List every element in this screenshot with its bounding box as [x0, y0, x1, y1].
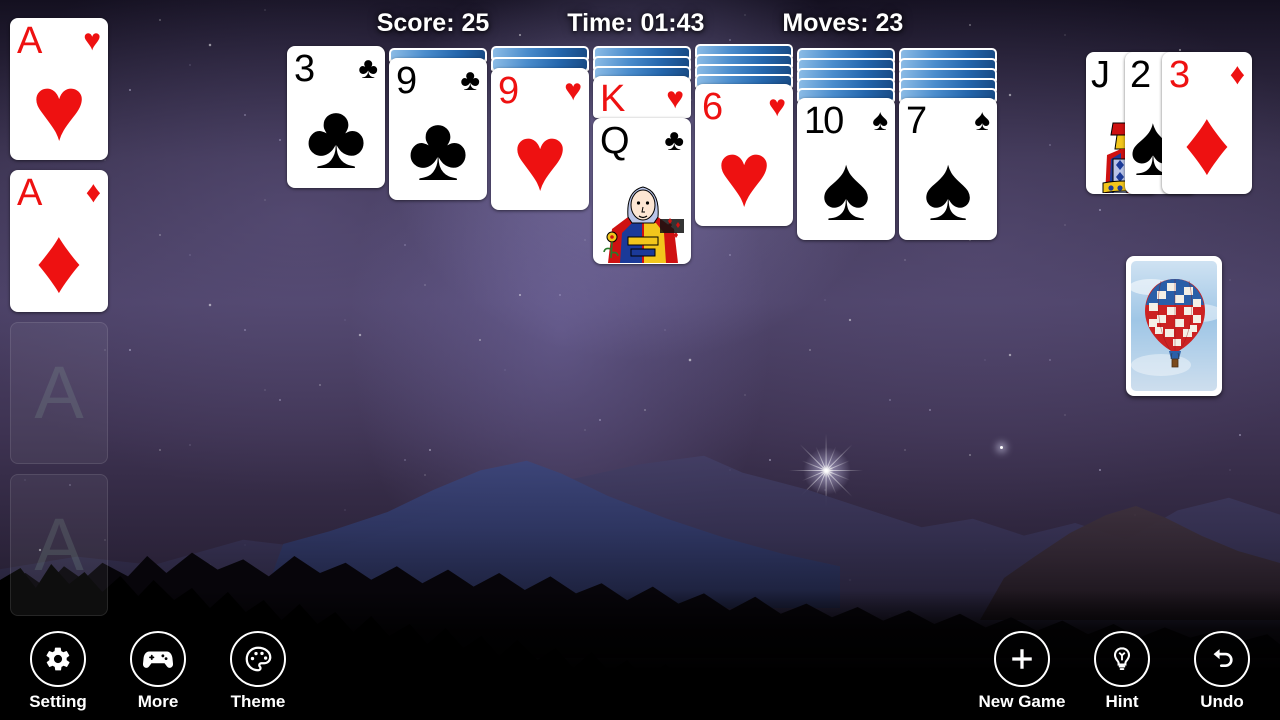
gear-icon — [46, 647, 70, 671]
card-suit-large: ♥ — [31, 58, 87, 160]
card-suit-large: ♦ — [1183, 92, 1231, 194]
card-rank: 3 — [1169, 54, 1191, 96]
card-rank: 2 — [1130, 54, 1152, 96]
tableau-column-1-card[interactable]: 3 ♣ ♣ — [287, 46, 385, 188]
card-rank: 9 — [396, 60, 418, 102]
card-suit-small: ♥ — [768, 90, 786, 123]
card-suit-small: ♣ — [358, 52, 378, 85]
bright-star — [1000, 446, 1003, 449]
card-suit-small: ♥ — [83, 24, 101, 57]
palette-icon — [245, 646, 272, 672]
theme-button-ring — [230, 631, 286, 687]
setting-button-ring — [30, 631, 86, 687]
more-button-label: More — [137, 692, 179, 711]
foundation-placeholder-label: A — [34, 351, 84, 434]
card-rank: A — [17, 20, 43, 62]
card-rank: 3 — [294, 48, 316, 90]
foundation-spades-empty[interactable]: A — [10, 474, 108, 616]
tableau-column-5-card[interactable]: 6 ♥ ♥ — [695, 84, 793, 226]
card-rank: K — [600, 78, 626, 118]
card-suit-small: ♠ — [974, 104, 990, 137]
card-rank: 9 — [498, 70, 520, 112]
hint-button[interactable]: Hint — [1076, 631, 1168, 712]
card-rank: J — [1091, 54, 1110, 96]
card-rank: 10 — [804, 100, 844, 142]
card-suit-small: ♠ — [872, 104, 888, 137]
hint-button-ring — [1094, 631, 1150, 687]
foundation-hearts[interactable]: A ♥ ♥ — [10, 18, 108, 160]
foundation-clubs-empty[interactable]: A — [10, 322, 108, 464]
foundation-placeholder-label: A — [34, 503, 84, 586]
tableau-column-4-card-queen[interactable]: Q ♣ — [593, 118, 691, 264]
undo-arrow-icon — [1213, 648, 1233, 667]
plus-icon — [1012, 649, 1032, 669]
new-game-button-ring — [994, 631, 1050, 687]
more-button[interactable]: More — [112, 631, 204, 712]
card-suit-large: ♥ — [716, 124, 772, 226]
more-button-ring — [130, 631, 186, 687]
tableau-column-2-card[interactable]: 9 ♣ ♣ — [389, 58, 487, 200]
card-suit-small: ♦ — [1229, 58, 1245, 91]
stock-pile[interactable] — [1126, 256, 1222, 396]
tableau-column-6-card[interactable]: 10 ♠ ♠ — [797, 98, 895, 240]
card-rank: 7 — [906, 100, 928, 142]
new-game-button-label: New Game — [978, 692, 1066, 711]
tableau-column-7-card[interactable]: 7 ♠ ♠ — [899, 98, 997, 240]
card-suit-large: ♦ — [35, 210, 83, 312]
card-rank: Q — [600, 120, 630, 162]
card-suit-small: ♥ — [666, 82, 684, 115]
card-rank: 6 — [702, 86, 724, 128]
undo-button-label: Undo — [1200, 692, 1244, 711]
starburst-icon — [789, 433, 863, 508]
tableau-column-4-card-king[interactable]: K ♥ — [593, 76, 691, 118]
card-suit-small: ♦ — [85, 176, 101, 209]
card-suit-large: ♣ — [305, 86, 367, 188]
undo-button[interactable]: Undo — [1176, 631, 1268, 712]
theme-button-label: Theme — [230, 692, 286, 711]
hint-button-label: Hint — [1105, 692, 1139, 711]
card-suit-large: ♣ — [407, 98, 469, 200]
setting-button[interactable]: Setting — [12, 631, 104, 712]
new-game-button[interactable]: New Game — [976, 631, 1068, 712]
card-suit-large: ♠ — [821, 138, 871, 240]
lightbulb-icon — [1113, 647, 1131, 670]
card-suit-small: ♣ — [664, 124, 684, 157]
queen-illustration — [598, 163, 686, 263]
foundation-diamonds[interactable]: A ♦ ♦ — [10, 170, 108, 312]
card-suit-small: ♥ — [564, 74, 582, 107]
card-rank: A — [17, 172, 43, 214]
card-suit-large: ♠ — [923, 138, 973, 240]
setting-button-label: Setting — [29, 692, 87, 711]
card-suit-large: ♥ — [512, 108, 568, 210]
theme-button[interactable]: Theme — [212, 631, 304, 712]
gamepad-icon — [143, 651, 173, 668]
waste-card-top[interactable]: 3 ♦ ♦ — [1162, 52, 1252, 194]
card-back-balloon-image — [1131, 261, 1217, 391]
tableau-column-3-card[interactable]: 9 ♥ ♥ — [491, 68, 589, 210]
card-suit-small: ♣ — [460, 64, 480, 97]
undo-button-ring — [1194, 631, 1250, 687]
